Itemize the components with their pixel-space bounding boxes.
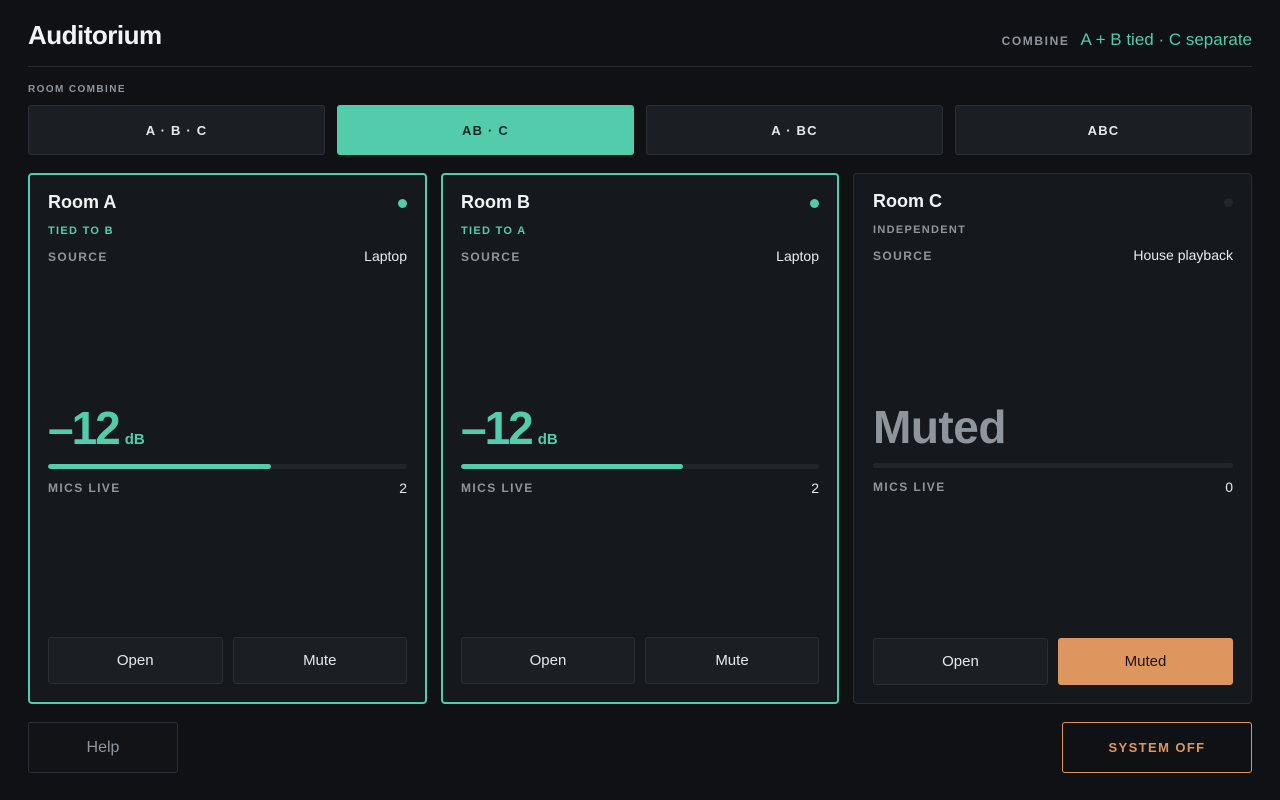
tie-label: INDEPENDENT <box>873 224 967 236</box>
combine-value: A + B tied · C separate <box>1080 30 1252 49</box>
combine-status: COMBINE A + B tied · C separate <box>1002 30 1252 50</box>
level-unit: dB <box>124 431 145 448</box>
room-actions: Open Mute <box>48 637 407 684</box>
mics-live-label: MICS LIVE <box>873 480 946 494</box>
level-value: –12 <box>461 402 534 454</box>
level-meter <box>873 463 1233 468</box>
source-value: House playback <box>1133 247 1233 263</box>
source-value: Laptop <box>776 248 819 264</box>
room-name: Room C <box>873 191 942 211</box>
level-readout: –12 dB <box>461 401 558 455</box>
muted-status: Muted <box>873 401 1006 453</box>
mode-a-b-c-button[interactable]: A · B · C <box>28 105 325 155</box>
page-title: Auditorium <box>28 20 162 50</box>
room-combine-modes: A · B · C AB · C A · BC ABC <box>28 105 1252 155</box>
combine-label: COMBINE <box>1001 34 1070 48</box>
level-meter <box>461 464 819 469</box>
source-value: Laptop <box>364 248 407 264</box>
source-label: SOURCE <box>48 250 108 264</box>
room-name: Room B <box>461 192 530 212</box>
level-readout: –12 dB <box>48 401 145 455</box>
level-value: –12 <box>48 402 121 454</box>
system-off-button[interactable]: SYSTEM OFF <box>1062 722 1252 773</box>
level-meter-fill <box>461 464 683 469</box>
tie-label: TIED TO B <box>48 225 114 237</box>
tie-label: TIED TO A <box>461 225 527 237</box>
open-button[interactable]: Open <box>48 637 223 684</box>
status-dot-icon <box>398 199 407 208</box>
room-card-b: Room B TIED TO A SOURCE Laptop –12 dB MI… <box>441 173 839 704</box>
level-unit: dB <box>537 431 558 448</box>
source-label: SOURCE <box>873 249 933 263</box>
rooms-grid: Room A TIED TO B SOURCE Laptop –12 dB MI… <box>28 173 1252 704</box>
mute-button[interactable]: Mute <box>645 637 819 684</box>
room-card-a: Room A TIED TO B SOURCE Laptop –12 dB MI… <box>28 173 427 704</box>
mode-ab-c-button[interactable]: AB · C <box>337 105 634 155</box>
help-button[interactable]: Help <box>28 722 178 773</box>
mute-button[interactable]: Mute <box>232 637 407 684</box>
open-button[interactable]: Open <box>461 637 635 684</box>
mode-a-bc-button[interactable]: A · BC <box>646 105 943 155</box>
room-card-c: Room C INDEPENDENT SOURCE House playback… <box>853 173 1252 704</box>
level-meter-fill <box>48 464 271 469</box>
mics-live-count: 2 <box>811 480 819 496</box>
mics-live-count: 0 <box>1225 479 1233 495</box>
mode-abc-button[interactable]: ABC <box>955 105 1252 155</box>
room-combine-label: ROOM COMBINE <box>28 84 126 95</box>
room-actions: Open Muted <box>873 638 1233 685</box>
room-actions: Open Mute <box>461 637 819 684</box>
mics-live-count: 2 <box>399 480 407 496</box>
status-dot-icon <box>1224 198 1233 207</box>
mics-live-label: MICS LIVE <box>461 481 534 495</box>
mics-live-label: MICS LIVE <box>48 481 121 495</box>
room-name: Room A <box>48 192 117 212</box>
source-label: SOURCE <box>461 250 521 264</box>
muted-button[interactable]: Muted <box>1058 638 1233 685</box>
header: Auditorium COMBINE A + B tied · C separa… <box>28 0 1252 67</box>
status-dot-icon <box>810 199 819 208</box>
level-meter <box>48 464 407 469</box>
open-button[interactable]: Open <box>873 638 1048 685</box>
